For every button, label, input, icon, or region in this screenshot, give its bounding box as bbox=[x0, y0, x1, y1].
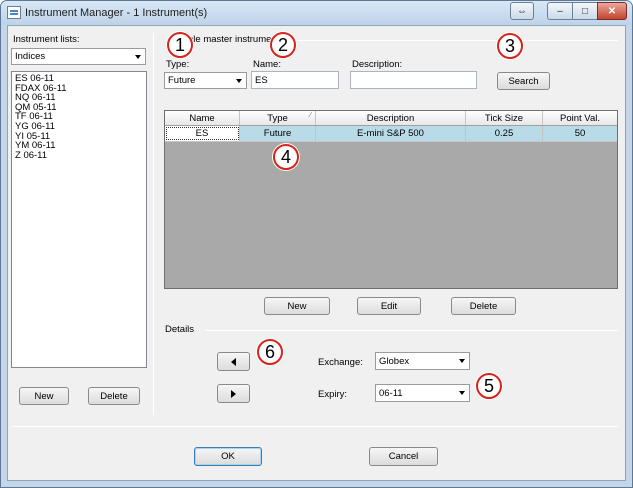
callout-3: 3 bbox=[497, 33, 523, 59]
callout-5: 5 bbox=[476, 373, 502, 399]
footer-divider bbox=[11, 426, 618, 427]
previous-button[interactable] bbox=[217, 352, 250, 371]
column-header-type-label: Type bbox=[267, 112, 288, 124]
instrument-grid[interactable]: Name Type ⁄ Description Tick Size Point … bbox=[164, 110, 618, 289]
grid-header: Name Type ⁄ Description Tick Size Point … bbox=[165, 111, 617, 126]
close-icon[interactable]: ✕ bbox=[597, 2, 627, 20]
column-header-point-value[interactable]: Point Val. bbox=[543, 111, 617, 125]
column-header-name[interactable]: Name bbox=[165, 111, 240, 125]
search-group-line bbox=[275, 40, 618, 41]
column-header-description[interactable]: Description bbox=[316, 111, 466, 125]
arrow-left-icon bbox=[231, 357, 236, 366]
cell-description[interactable]: E-mini S&P 500 bbox=[316, 126, 466, 141]
cancel-button[interactable]: Cancel bbox=[369, 447, 438, 466]
restore-icon[interactable]: ⇔ bbox=[510, 2, 534, 20]
sort-icon: ⁄ bbox=[309, 112, 311, 119]
minimize-icon[interactable]: – bbox=[547, 2, 573, 20]
name-label: Name: bbox=[253, 59, 281, 70]
list-item[interactable]: Z 06-11 bbox=[12, 151, 146, 161]
cell-name[interactable]: ES bbox=[165, 126, 240, 141]
expiry-value: 06-11 bbox=[379, 387, 403, 399]
exchange-label: Exchange: bbox=[318, 357, 363, 368]
description-input[interactable] bbox=[350, 71, 477, 89]
grid-edit-button[interactable]: Edit bbox=[357, 297, 421, 315]
chevron-down-icon bbox=[236, 78, 242, 83]
callout-4: 4 bbox=[273, 144, 299, 170]
cell-type[interactable]: Future bbox=[240, 126, 316, 141]
ok-button[interactable]: OK bbox=[194, 447, 262, 466]
expiry-dropdown[interactable]: 06-11 bbox=[375, 384, 470, 402]
column-header-type[interactable]: Type ⁄ bbox=[240, 111, 316, 125]
details-label: Details bbox=[165, 324, 195, 335]
list-new-button[interactable]: New bbox=[19, 387, 69, 405]
panel-divider bbox=[153, 33, 154, 415]
type-value: Future bbox=[168, 75, 196, 86]
details-line bbox=[205, 330, 618, 331]
cell-tick-size[interactable]: 0.25 bbox=[466, 126, 543, 141]
search-button[interactable]: Search bbox=[497, 72, 550, 90]
type-dropdown[interactable]: Future bbox=[164, 72, 247, 89]
column-header-tick-size[interactable]: Tick Size bbox=[466, 111, 543, 125]
arrow-right-icon bbox=[231, 389, 236, 398]
chevron-down-icon bbox=[459, 391, 465, 395]
next-button[interactable] bbox=[217, 384, 250, 403]
cell-point-value[interactable]: 50 bbox=[543, 126, 617, 141]
description-label: Description: bbox=[352, 59, 403, 70]
expiry-label: Expiry: bbox=[318, 389, 348, 400]
name-input[interactable]: ES bbox=[251, 71, 339, 89]
title-bar[interactable]: Instrument Manager - 1 Instrument(s) ⇔ –… bbox=[1, 1, 632, 25]
exchange-dropdown[interactable]: Globex bbox=[375, 352, 470, 370]
instrument-list-dropdown[interactable]: Indices bbox=[11, 48, 146, 65]
table-row[interactable]: ES Future E-mini S&P 500 0.25 50 bbox=[165, 126, 617, 142]
callout-1: 1 bbox=[167, 32, 193, 58]
instrument-listbox[interactable]: ES 06-11 FDAX 06-11 NQ 06-11 QM 05-11 TF 06-… bbox=[11, 71, 147, 368]
instrument-list-value: Indices bbox=[15, 51, 46, 62]
instrument-lists-label: Instrument lists: bbox=[13, 34, 80, 45]
type-label: Type: bbox=[166, 59, 190, 70]
window-title: Instrument Manager - 1 Instrument(s) bbox=[25, 7, 208, 19]
list-delete-button[interactable]: Delete bbox=[88, 387, 140, 405]
maximize-icon[interactable]: □ bbox=[572, 2, 598, 20]
chevron-down-icon bbox=[459, 359, 465, 363]
callout-6: 6 bbox=[257, 339, 283, 365]
grid-delete-button[interactable]: Delete bbox=[451, 297, 516, 315]
search-group-title: ple master instrume bbox=[188, 34, 272, 45]
grid-new-button[interactable]: New bbox=[264, 297, 330, 315]
exchange-value: Globex bbox=[379, 355, 410, 367]
callout-2: 2 bbox=[270, 32, 296, 58]
app-icon bbox=[7, 6, 21, 19]
chevron-down-icon bbox=[135, 54, 141, 59]
